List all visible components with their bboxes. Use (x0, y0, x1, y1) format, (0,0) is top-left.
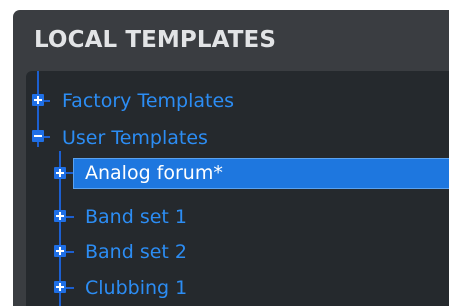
expand-toggle-icon[interactable] (54, 245, 66, 257)
panel-title: LOCAL TEMPLATES (34, 27, 277, 53)
collapse-toggle-icon[interactable] (32, 130, 44, 142)
tree-item-clubbing-1[interactable]: Clubbing 1 (26, 273, 449, 303)
expand-toggle-icon[interactable] (32, 94, 44, 106)
local-templates-panel: LOCAL TEMPLATES Factory Templates User T… (13, 10, 449, 306)
tree-item-analog-forum[interactable]: Analog forum* (26, 158, 449, 188)
expand-toggle-icon[interactable] (54, 281, 66, 293)
tree-item-label: Analog forum* (85, 162, 223, 184)
tree-item-factory-templates[interactable]: Factory Templates (26, 86, 449, 116)
tree-item-label: User Templates (62, 127, 208, 149)
tree-item-label: Band set 1 (85, 206, 187, 228)
templates-tree: Factory Templates User Templates Analog … (26, 71, 449, 306)
tree-item-band-set-1[interactable]: Band set 1 (26, 202, 449, 232)
tree-item-label: Band set 2 (85, 241, 187, 263)
tree-item-band-set-2[interactable]: Band set 2 (26, 237, 449, 267)
expand-toggle-icon[interactable] (54, 210, 66, 222)
tree-item-label: Factory Templates (62, 90, 235, 112)
tree-item-label: Clubbing 1 (85, 277, 188, 299)
expand-toggle-icon[interactable] (54, 167, 66, 179)
tree-item-user-templates[interactable]: User Templates (26, 123, 449, 153)
